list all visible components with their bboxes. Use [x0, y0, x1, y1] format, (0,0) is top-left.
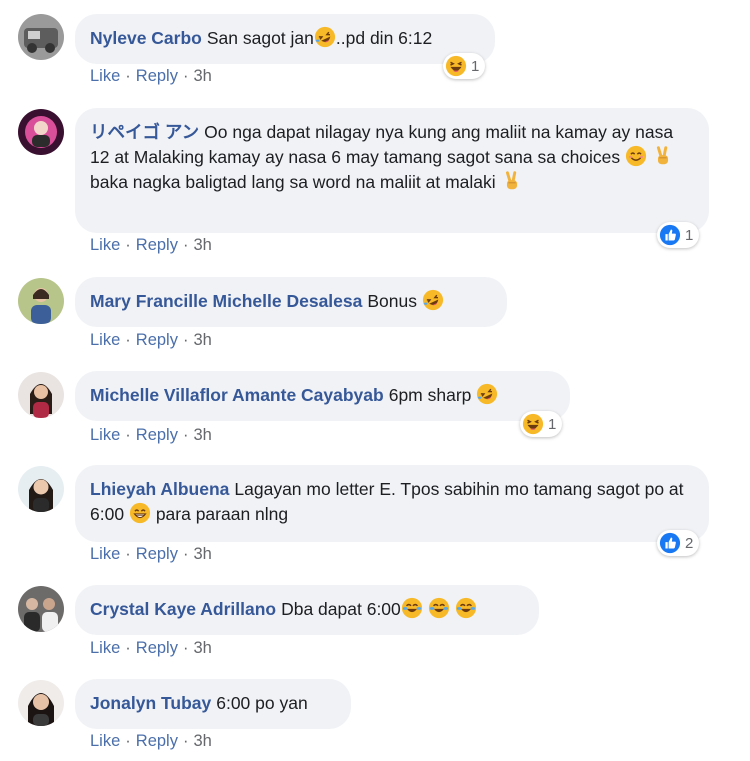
comment-time[interactable]: 3h [193, 639, 211, 657]
reaction-badge[interactable]: 1 [657, 222, 700, 248]
reaction-badge[interactable]: 1 [520, 411, 563, 437]
comment-text: 6pm sharp [388, 385, 472, 405]
comment-actions: Like · Reply · 3h [90, 331, 212, 349]
comment-author[interactable]: リペイゴ アン [90, 122, 199, 142]
comment-actions: Like · Reply · 3h [90, 732, 212, 750]
haha-reaction-icon [445, 55, 467, 77]
comment-bubble: Crystal Kaye Adrillano Dba dapat 6:00 [75, 585, 539, 635]
comment-time[interactable]: 3h [193, 67, 211, 85]
comment-author[interactable]: Nyleve Carbo [90, 28, 202, 48]
avatar[interactable] [18, 278, 64, 324]
avatar[interactable] [18, 680, 64, 726]
comment-text-tail: ..pd din 6:12 [335, 28, 433, 48]
comment-author[interactable]: Crystal Kaye Adrillano [90, 599, 276, 619]
reply-link[interactable]: Reply [136, 732, 178, 750]
haha-reaction-icon [522, 413, 544, 435]
reaction-count: 1 [548, 415, 557, 433]
reaction-count: 1 [685, 226, 694, 244]
comment-text: Dba dapat 6:00 [281, 599, 401, 619]
comment-author[interactable]: Mary Francille Michelle Desalesa [90, 291, 362, 311]
comment-actions: Like · Reply · 3h [90, 236, 212, 254]
like-link[interactable]: Like [90, 426, 120, 444]
reply-link[interactable]: Reply [136, 545, 178, 563]
like-reaction-icon [659, 532, 681, 554]
comment-time[interactable]: 3h [193, 331, 211, 349]
rofl-emoji [422, 289, 444, 311]
comment-time[interactable]: 3h [193, 732, 211, 750]
reply-link[interactable]: Reply [136, 426, 178, 444]
smile-emoji [625, 145, 647, 167]
avatar[interactable] [18, 586, 64, 632]
comment-bubble: Lhieyah Albuena Lagayan mo letter E. Tpos… [75, 465, 709, 542]
joy-emoji [428, 597, 450, 619]
comment-bubble: Michelle Villaflor Amante Cayabyab 6pm sh… [75, 371, 570, 421]
comment-time[interactable]: 3h [193, 426, 211, 444]
like-link[interactable]: Like [90, 639, 120, 657]
comment-text: 6:00 po yan [216, 693, 308, 713]
comment-actions: Like · Reply · 3h [90, 67, 212, 85]
avatar[interactable] [18, 109, 64, 155]
like-link[interactable]: Like [90, 732, 120, 750]
reaction-count: 1 [471, 57, 480, 75]
avatar[interactable] [18, 372, 64, 418]
comment-actions: Like · Reply · 3h [90, 639, 212, 657]
victory-hand-emoji [652, 145, 674, 167]
comment-author[interactable]: Michelle Villaflor Amante Cayabyab [90, 385, 384, 405]
reply-link[interactable]: Reply [136, 236, 178, 254]
like-link[interactable]: Like [90, 545, 120, 563]
comment-author[interactable]: Lhieyah Albuena [90, 479, 229, 499]
joy-emoji [455, 597, 477, 619]
comment-author[interactable]: Jonalyn Tubay [90, 693, 211, 713]
comment-bubble: Mary Francille Michelle Desalesa Bonus [75, 277, 507, 327]
comment-text-tail: baka nagka baligtad lang sa word na mali… [90, 172, 496, 192]
comment-text: San sagot jan [206, 28, 314, 48]
reaction-badge[interactable]: 1 [443, 53, 486, 79]
grin-emoji [129, 502, 151, 524]
reply-link[interactable]: Reply [136, 639, 178, 657]
comment-bubble: Jonalyn Tubay 6:00 po yan [75, 679, 351, 729]
reply-link[interactable]: Reply [136, 67, 178, 85]
rofl-emoji [314, 26, 336, 48]
like-link[interactable]: Like [90, 67, 120, 85]
comment-actions: Like · Reply · 3h [90, 426, 212, 444]
comment-bubble: Nyleve Carbo San sagot jan ..pd din 6:12 [75, 14, 495, 64]
comment-time[interactable]: 3h [193, 545, 211, 563]
avatar[interactable] [18, 14, 64, 60]
comment-text: Bonus [367, 291, 417, 311]
comment-actions: Like · Reply · 3h [90, 545, 212, 563]
comment-bubble: リペイゴ アン Oo nga dapat nilagay nya kung ang… [75, 108, 709, 233]
like-link[interactable]: Like [90, 331, 120, 349]
avatar[interactable] [18, 466, 64, 512]
reply-link[interactable]: Reply [136, 331, 178, 349]
comment-time[interactable]: 3h [193, 236, 211, 254]
like-reaction-icon [659, 224, 681, 246]
like-link[interactable]: Like [90, 236, 120, 254]
comment-text-tail: para paraan nlng [155, 504, 289, 524]
victory-hand-emoji [501, 170, 523, 192]
reaction-count: 2 [685, 534, 694, 552]
reaction-badge[interactable]: 2 [657, 530, 700, 556]
rofl-emoji [476, 383, 498, 405]
joy-emoji [401, 597, 423, 619]
